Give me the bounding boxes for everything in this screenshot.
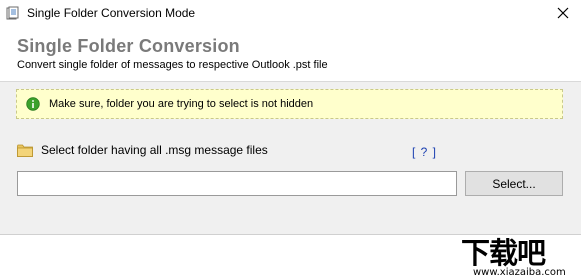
watermark-glyphs: 下载吧 — [461, 236, 546, 270]
select-folder-label: Select folder having all .msg message fi… — [41, 143, 268, 157]
watermark-logo: 下载吧 www.xiazaiba.com — [455, 238, 579, 278]
app-icon — [6, 6, 20, 20]
close-button[interactable] — [553, 3, 573, 23]
header-title: Single Folder Conversion — [17, 36, 240, 56]
close-icon — [557, 7, 569, 19]
notice-text: Make sure, folder you are trying to sele… — [49, 98, 314, 110]
help-link[interactable]: [ ? ] — [412, 145, 437, 159]
watermark-url: www.xiazaiba.com — [473, 267, 566, 278]
window-title: Single Folder Conversion Mode — [27, 6, 196, 20]
folder-icon — [17, 144, 33, 157]
dialog-header: Single Folder Conversion Convert single … — [0, 26, 581, 82]
info-icon — [26, 97, 40, 111]
folder-path-input[interactable] — [17, 171, 457, 196]
app-window: Single Folder Conversion Mode Single Fol… — [0, 0, 581, 278]
select-folder-button[interactable]: Select... — [465, 171, 563, 196]
header-subtitle: Convert single folder of messages to res… — [17, 59, 328, 71]
title-bar: Single Folder Conversion Mode — [0, 0, 581, 26]
dialog-content: Make sure, folder you are trying to sele… — [0, 82, 581, 235]
notice-banner: Make sure, folder you are trying to sele… — [16, 89, 563, 119]
